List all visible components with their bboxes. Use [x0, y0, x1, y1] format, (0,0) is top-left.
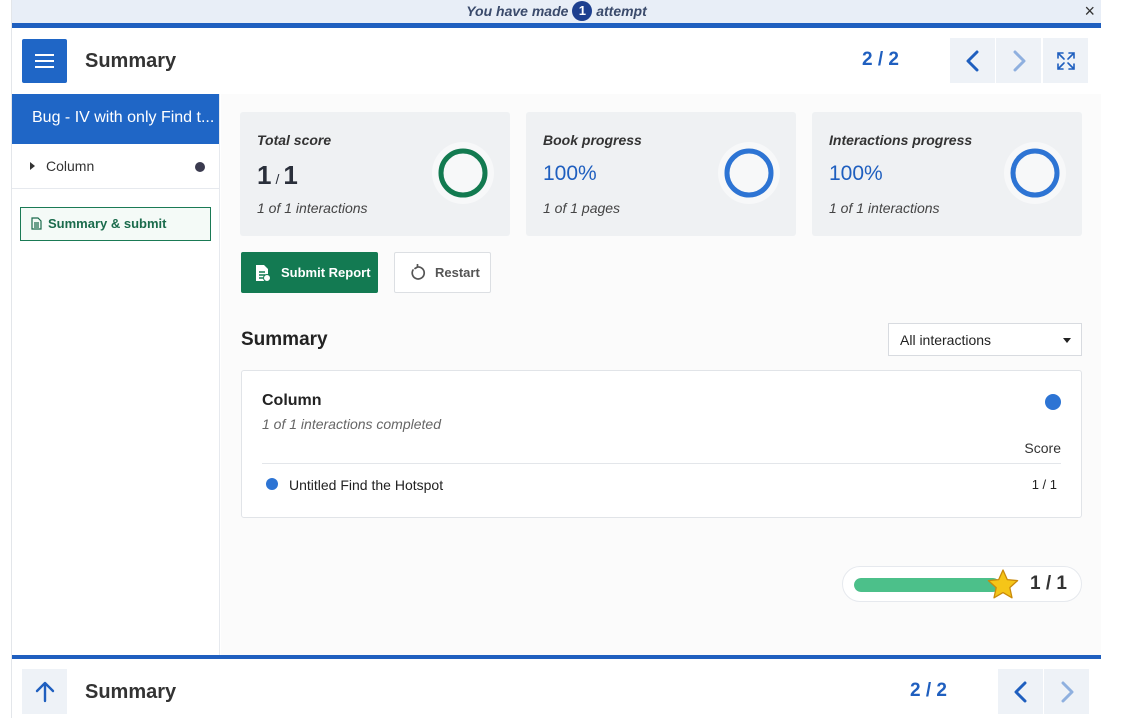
total-score-sub: 1 of 1 interactions — [257, 200, 368, 216]
book-progress-sub: 1 of 1 pages — [543, 200, 621, 216]
page-indicator: 2 / 2 — [862, 49, 899, 70]
chevron-right-icon — [1013, 50, 1025, 71]
banner-text-before: You have made — [466, 3, 569, 19]
panel-divider — [262, 463, 1061, 464]
book-progress-label: Book progress — [543, 132, 642, 148]
chapter-status-dot — [1045, 394, 1061, 410]
next-page-button[interactable] — [996, 38, 1041, 83]
interactions-progress-card: Interactions progress 100% 1 of 1 intera… — [812, 112, 1082, 236]
fullscreen-icon — [1056, 51, 1075, 70]
footer-title: Summary — [85, 681, 177, 703]
score-achieved: 1 — [257, 160, 272, 190]
footer-page-indicator: 2 / 2 — [910, 680, 947, 701]
book-progress-card: Book progress 100% 1 of 1 pages — [526, 112, 796, 236]
interactions-progress-ring — [1004, 142, 1066, 204]
score-max: 1 — [283, 160, 298, 190]
attempt-count-badge: 1 — [572, 1, 593, 22]
score-separator: / — [275, 171, 280, 187]
scroll-to-top-button[interactable] — [22, 669, 67, 714]
interactions-filter-select[interactable]: All interactions — [888, 323, 1082, 356]
score-bar-track — [854, 578, 1000, 592]
restart-button[interactable]: Restart — [394, 252, 491, 293]
previous-page-button[interactable] — [950, 38, 995, 83]
score-progress-bar: 1 / 1 — [842, 566, 1082, 602]
attempt-banner: You have made 1 attempt × — [12, 0, 1101, 23]
interactions-progress-value: 100% — [829, 162, 883, 185]
menu-button[interactable] — [22, 39, 67, 83]
filter-selected-value: All interactions — [900, 332, 992, 348]
sidebar-chapter-column[interactable]: Column — [12, 144, 219, 189]
header-bar: Summary 2 / 2 — [12, 28, 1101, 94]
total-score-ring — [432, 142, 494, 204]
total-score-value: 1/1 — [257, 160, 298, 191]
chapter-summary-panel: Column 1 of 1 interactions completed Sco… — [241, 370, 1082, 518]
sidebar-summary-submit[interactable]: Summary & submit — [20, 207, 211, 241]
interaction-status-dot — [266, 478, 278, 490]
banner-close-icon[interactable]: × — [1084, 0, 1095, 22]
chevron-down-icon — [1063, 338, 1071, 343]
fullscreen-button[interactable] — [1043, 38, 1088, 83]
document-icon — [256, 264, 271, 282]
star-icon — [987, 569, 1019, 599]
footer-bar: Summary 2 / 2 — [12, 659, 1101, 718]
chevron-left-icon — [966, 50, 978, 71]
book-progress-value: 100% — [543, 162, 597, 185]
document-icon — [31, 217, 42, 230]
book-progress-ring — [718, 142, 780, 204]
total-score-card: Total score 1/1 1 of 1 interactions — [240, 112, 510, 236]
book-frame: You have made 1 attempt × Summary 2 / 2 … — [11, 0, 1101, 718]
interaction-name: Untitled Find the Hotspot — [289, 477, 444, 493]
score-column-header: Score — [1024, 440, 1061, 456]
page-title: Summary — [85, 50, 177, 72]
chapter-title: Column — [262, 392, 322, 409]
interactions-progress-sub: 1 of 1 interactions — [829, 200, 940, 216]
score-progress-label: 1 / 1 — [1030, 573, 1067, 594]
sidebar: Bug - IV with only Find t... Column Summ… — [12, 94, 220, 655]
chapter-completion-text: 1 of 1 interactions completed — [262, 416, 441, 432]
chevron-right-icon — [1061, 681, 1073, 702]
restart-label: Restart — [435, 265, 480, 280]
submit-report-button[interactable]: Submit Report — [241, 252, 378, 293]
footer-next-page-button[interactable] — [1044, 669, 1089, 714]
caret-right-icon — [30, 162, 35, 170]
interactions-progress-label: Interactions progress — [829, 132, 973, 148]
summary-main: Total score 1/1 1 of 1 interactions Book… — [221, 94, 1101, 655]
sidebar-chapter-label: Column — [46, 158, 95, 174]
restart-icon — [411, 264, 426, 280]
score-bar-fill — [854, 578, 1000, 592]
sidebar-summary-label: Summary & submit — [48, 216, 167, 231]
summary-heading: Summary — [241, 329, 328, 350]
arrow-up-icon — [35, 681, 54, 702]
submit-report-label: Submit Report — [281, 265, 371, 280]
hamburger-menu-icon — [35, 60, 54, 62]
footer-previous-page-button[interactable] — [998, 669, 1043, 714]
chevron-left-icon — [1014, 681, 1026, 702]
total-score-label: Total score — [257, 132, 332, 148]
interaction-score: 1 / 1 — [1031, 477, 1057, 492]
book-title: Bug - IV with only Find t... — [12, 94, 219, 144]
chapter-status-dot — [195, 162, 205, 172]
banner-text-after: attempt — [596, 3, 647, 19]
